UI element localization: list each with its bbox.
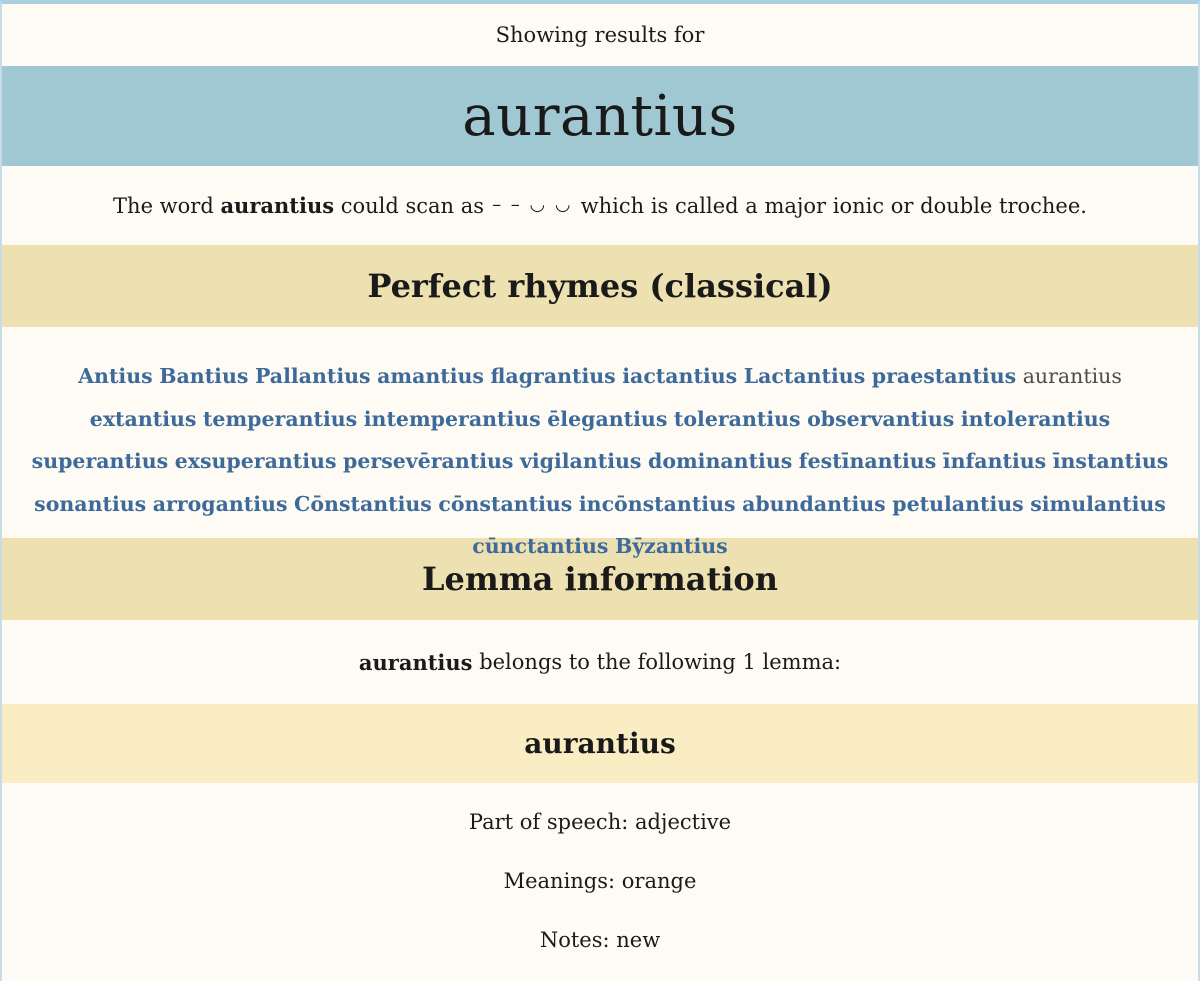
lemma-meanings: Meanings: orange [503,869,697,893]
scansion-suffix: which is called a major ionic or double … [580,193,1087,218]
rhyme-link[interactable]: extantius [90,407,197,431]
lemma-notes: Notes: new [539,928,661,952]
lemma-name: aurantius [524,727,676,760]
rhymes-section-title: Perfect rhymes (classical) [367,267,833,305]
rhyme-link[interactable]: temperantius [203,407,357,431]
rhymes-section-header: Perfect rhymes (classical) [2,245,1198,327]
rhyme-link[interactable]: persevērantius [343,449,513,473]
rhyme-link[interactable]: intemperantius [364,407,541,431]
rhyme-link[interactable]: Lactantius [744,364,866,388]
lemma-intro-text: belongs to the following 1 lemma: [479,650,842,674]
scansion-prefix: The word [113,193,214,218]
search-word-title: aurantius [462,83,738,149]
rhyme-link[interactable]: observantius [807,407,954,431]
rhymes-list: Antius Bantius Pallantius amantius flagr… [2,327,1198,558]
rhyme-link[interactable]: amantius [377,364,484,388]
rhyme-link[interactable]: simulantius [1030,492,1166,516]
page-frame: Showing results for aurantius The word a… [0,0,1200,981]
rhyme-link[interactable]: petulantius [892,492,1023,516]
scansion-line: The word aurantius could scan as – – ◡ ◡… [2,166,1198,245]
rhyme-current-word: aurantius [1022,364,1122,388]
lemma-intro: aurantius belongs to the following 1 lem… [2,620,1198,704]
lemma-section-title: Lemma information [422,560,778,598]
lemma-part-of-speech: Part of speech: adjective [468,810,732,834]
search-word-banner: aurantius [2,66,1198,166]
rhyme-link[interactable]: dominantius [648,449,792,473]
rhyme-link[interactable]: superantius [32,449,169,473]
scansion-word: aurantius [220,193,335,218]
lemma-intro-word: aurantius [358,649,473,675]
scansion-middle: could scan as [340,193,485,218]
meter-pattern: – – ◡ ◡ [492,194,573,215]
showing-results-label: Showing results for [495,23,705,47]
rhyme-link[interactable]: ēlegantius [547,407,667,431]
rhyme-link[interactable]: Cōnstantius [294,492,432,516]
rhyme-link[interactable]: cūnctantius [472,534,608,558]
rhyme-link[interactable]: intolerantius [961,407,1110,431]
rhyme-link[interactable]: flagrantius [491,364,616,388]
rhyme-link[interactable]: abundantius [742,492,886,516]
rhyme-link[interactable]: praestantius [872,364,1016,388]
rhyme-link[interactable]: Antius [78,364,153,388]
rhyme-link[interactable]: cōnstantius [438,492,572,516]
rhyme-link[interactable]: Bȳzantius [615,534,728,558]
rhyme-link[interactable]: Bantius [159,364,248,388]
lemma-header: aurantius [2,704,1198,783]
rhyme-link[interactable]: arrogantius [153,492,288,516]
rhyme-link[interactable]: īnstantius [1053,449,1169,473]
rhyme-link[interactable]: incōnstantius [579,492,736,516]
rhyme-link[interactable]: festīnantius [799,449,936,473]
rhyme-link[interactable]: Pallantius [255,364,371,388]
rhyme-link[interactable]: exsuperantius [175,449,337,473]
rhyme-link[interactable]: vigilantius [520,449,642,473]
lemma-details: Part of speech: adjective Meanings: oran… [2,793,1198,970]
rhyme-link[interactable]: sonantius [34,492,146,516]
rhyme-link[interactable]: tolerantius [674,407,801,431]
rhyme-link[interactable]: iactantius [622,364,737,388]
rhyme-link[interactable]: īnfantius [943,449,1046,473]
